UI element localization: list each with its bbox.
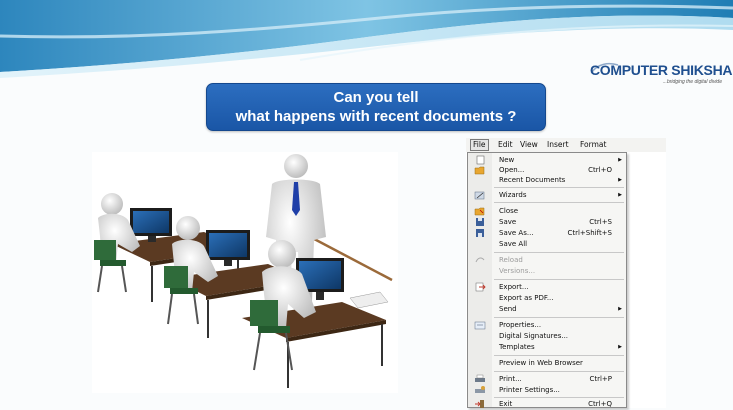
submenu-arrow-icon: ▶ — [618, 177, 622, 183]
menu-item-export[interactable]: Export... — [468, 282, 626, 292]
menu-edit[interactable]: Edit — [498, 140, 513, 152]
menu-separator — [494, 371, 624, 372]
banner-line-1: Can you tell — [333, 89, 419, 106]
menu-view[interactable]: View — [520, 140, 538, 152]
menu-file[interactable]: File — [470, 139, 489, 151]
reload-icon — [475, 257, 485, 263]
menu-item-reload: Reload — [468, 255, 626, 265]
open-folder-icon — [474, 166, 485, 175]
menu-item-new[interactable]: New ▶ — [468, 155, 626, 165]
menu-item-wizards[interactable]: Wizards ▶ — [468, 190, 626, 200]
submenu-arrow-icon: ▶ — [618, 306, 622, 312]
menu-separator — [494, 202, 624, 203]
menu-separator — [494, 252, 624, 253]
submenu-arrow-icon: ▶ — [618, 157, 622, 163]
menu-item-close[interactable]: Close — [468, 206, 626, 216]
submenu-arrow-icon: ▶ — [618, 344, 622, 350]
save-as-icon — [476, 229, 484, 237]
new-document-icon — [476, 155, 485, 165]
file-menu-screenshot: File Edit View Insert Format New ▶ Open.… — [466, 138, 666, 408]
menu-item-print[interactable]: Print... Ctrl+P — [468, 374, 626, 384]
menu-bar: File Edit View Insert Format — [466, 138, 666, 152]
menu-item-recent-documents[interactable]: Recent Documents ▶ — [468, 175, 626, 185]
save-icon — [476, 218, 484, 226]
menu-separator — [494, 355, 624, 356]
logo-name: COMPUTER SHIKSHA — [590, 62, 733, 78]
computer-shiksha-logo: COMPUTER SHIKSHA ...bridging the digital… — [590, 62, 733, 92]
printer-settings-icon — [475, 386, 485, 393]
print-icon — [475, 374, 485, 382]
logo-tagline: ...bridging the digital divide — [662, 79, 722, 85]
classroom-illustration — [92, 152, 398, 393]
presentation-slide: COMPUTER SHIKSHA ...bridging the digital… — [0, 0, 733, 410]
menu-item-templates[interactable]: Templates ▶ — [468, 342, 626, 352]
file-dropdown-menu: New ▶ Open... Ctrl+O Recent Documents ▶ … — [467, 152, 627, 408]
menu-separator — [494, 397, 624, 398]
question-banner: Can you tell what happens with recent do… — [206, 83, 546, 131]
menu-item-digital-signatures[interactable]: Digital Signatures... — [468, 331, 626, 341]
banner-line-2: what happens with recent documents ? — [235, 108, 517, 125]
menu-format[interactable]: Format — [580, 140, 606, 152]
menu-item-versions: Versions... — [499, 267, 536, 275]
properties-icon — [474, 321, 486, 330]
menu-item-exit[interactable]: Exit Ctrl+Q — [468, 399, 626, 409]
menu-item-send[interactable]: Send ▶ — [468, 304, 626, 314]
menu-insert[interactable]: Insert — [547, 140, 569, 152]
menu-separator — [494, 187, 624, 188]
menu-item-export-pdf[interactable]: Export as PDF... — [468, 293, 626, 303]
menu-item-preview-web[interactable]: Preview in Web Browser — [468, 358, 626, 368]
wizard-icon — [474, 191, 485, 200]
menu-item-printer-settings[interactable]: Printer Settings... — [468, 385, 626, 395]
menu-item-open[interactable]: Open... Ctrl+O — [468, 165, 626, 175]
menu-item-save[interactable]: Save Ctrl+S — [468, 217, 626, 227]
menu-separator — [494, 279, 624, 280]
submenu-arrow-icon: ▶ — [618, 192, 622, 198]
close-folder-icon — [474, 207, 485, 216]
menu-item-save-all[interactable]: Save All — [468, 239, 626, 249]
menu-item-save-as[interactable]: Save As... Ctrl+Shift+S — [468, 228, 626, 238]
exit-icon — [475, 400, 484, 408]
menu-item-properties[interactable]: Properties... — [468, 320, 626, 330]
export-icon — [475, 282, 486, 292]
menu-separator — [494, 317, 624, 318]
